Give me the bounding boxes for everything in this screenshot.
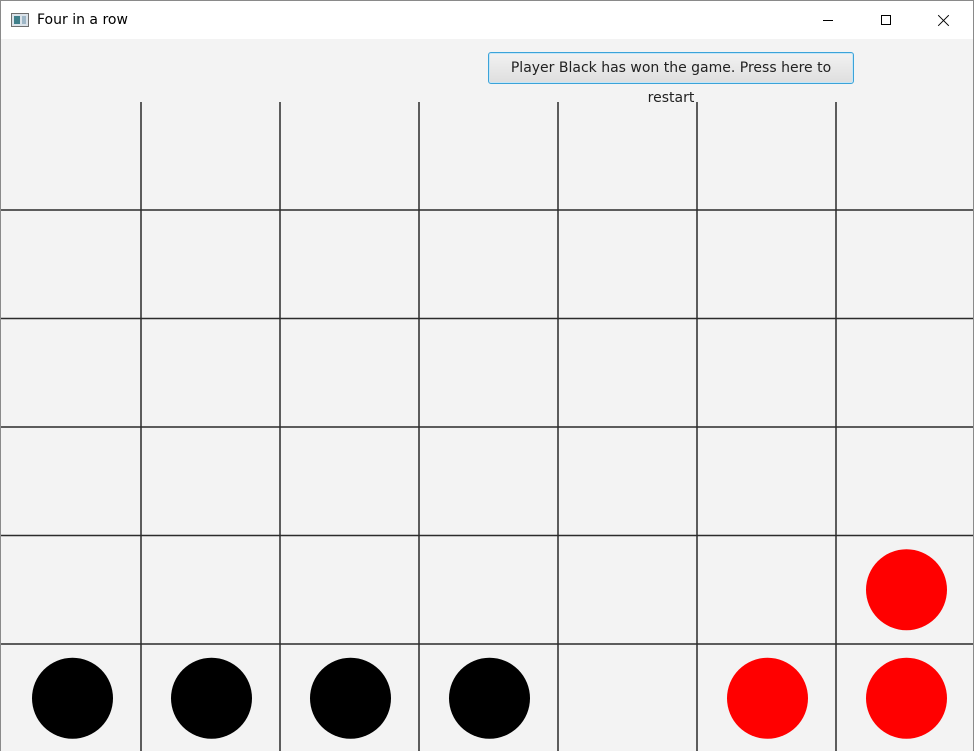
board-column-7[interactable] [836,102,973,751]
board-column-3[interactable] [280,102,419,751]
black-piece [449,657,530,739]
board-column-4[interactable] [419,102,558,751]
board-column-2[interactable] [141,102,280,751]
red-piece [866,549,947,631]
app-window: Four in a row Player Black has won the g… [0,0,974,751]
board-column-1[interactable] [2,102,141,751]
black-piece [171,657,252,739]
red-piece [866,657,947,739]
board-column-5[interactable] [558,102,697,751]
game-board[interactable] [1,1,973,751]
black-piece [310,657,391,739]
restart-button[interactable]: Player Black has won the game. Press her… [488,52,854,106]
black-piece [32,657,113,739]
red-piece [727,657,808,739]
board-column-6[interactable] [697,102,836,751]
